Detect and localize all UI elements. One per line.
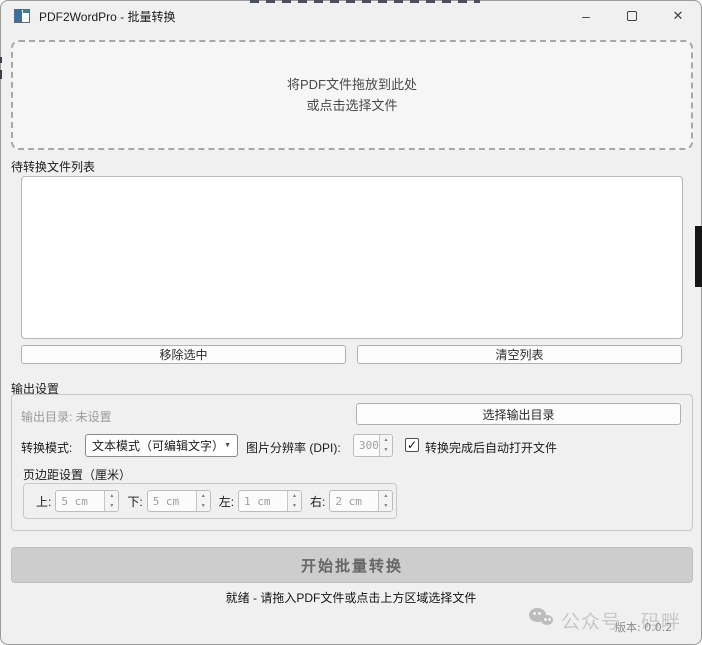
conversion-mode-label: 转换模式: — [21, 439, 72, 456]
title-bar[interactable]: PDF2WordPro - 批量转换 – ✕ — [1, 1, 701, 31]
spin-up-icon: ▲ — [380, 435, 392, 446]
dpi-stepper-arrows[interactable]: ▲ ▼ — [379, 435, 392, 456]
start-batch-convert-button[interactable]: 开始批量转换 — [11, 547, 693, 583]
spin-up-icon: ▲ — [379, 491, 392, 501]
pdf-drop-zone[interactable]: 将PDF文件拖放到此处 或点击选择文件 — [11, 40, 693, 150]
background-window-artifact — [695, 226, 702, 287]
background-window-artifact — [0, 70, 2, 79]
spin-up-icon: ▲ — [105, 491, 118, 501]
drop-zone-text-line2: 或点击选择文件 — [306, 95, 397, 116]
conversion-mode-value: 文本模式（可编辑文字） — [92, 437, 224, 454]
watermark-wechat-label: 公众号 — [561, 607, 621, 634]
margins-group: 上: 5 cm ▲ ▼ 下: 5 cm ▲ ▼ — [23, 483, 397, 519]
dpi-label: 图片分辨率 (DPI): — [246, 439, 341, 456]
margin-right-label: 右: — [310, 493, 325, 510]
spin-down-icon: ▼ — [288, 501, 301, 511]
drop-zone-text-line1: 将PDF文件拖放到此处 — [287, 74, 417, 95]
dpi-stepper[interactable]: 300 ▲ ▼ — [353, 434, 393, 457]
remove-selected-button[interactable]: 移除选中 — [21, 345, 346, 364]
maximize-button[interactable] — [609, 1, 655, 31]
background-window-artifact — [0, 57, 2, 63]
margin-top-value: 5 cm — [56, 491, 104, 511]
margin-right-stepper[interactable]: 2 cm ▲ ▼ — [329, 490, 393, 512]
spin-down-icon: ▼ — [379, 501, 392, 511]
margin-top-label: 上: — [36, 493, 51, 510]
spin-up-icon: ▲ — [288, 491, 301, 501]
auto-open-label: 转换完成后自动打开文件 — [425, 439, 557, 456]
margin-top-field: 上: 5 cm ▲ ▼ — [36, 490, 119, 512]
spin-up-icon: ▲ — [197, 491, 210, 501]
margin-bottom-stepper[interactable]: 5 cm ▲ ▼ — [147, 490, 211, 512]
choose-output-dir-button[interactable]: 选择输出目录 — [356, 403, 681, 425]
close-icon: ✕ — [673, 8, 684, 24]
chevron-down-icon: ▼ — [224, 442, 231, 449]
minimize-icon: – — [582, 8, 590, 24]
margin-right-value: 2 cm — [330, 491, 378, 511]
window-title: PDF2WordPro - 批量转换 — [39, 8, 175, 25]
margin-top-arrows[interactable]: ▲ ▼ — [104, 491, 118, 511]
margin-right-field: 右: 2 cm ▲ ▼ — [310, 490, 393, 512]
margin-right-arrows[interactable]: ▲ ▼ — [378, 491, 392, 511]
wechat-icon — [529, 608, 555, 628]
background-window-artifact — [250, 0, 480, 3]
spin-down-icon: ▼ — [380, 446, 392, 457]
margin-bottom-label: 下: — [127, 493, 142, 510]
margin-left-label: 左: — [219, 493, 234, 510]
margin-left-arrows[interactable]: ▲ ▼ — [287, 491, 301, 511]
close-button[interactable]: ✕ — [655, 1, 701, 31]
window-controls: – ✕ — [563, 1, 701, 31]
file-list-label: 待转换文件列表 — [11, 158, 95, 175]
maximize-icon — [627, 11, 637, 21]
clear-list-button[interactable]: 清空列表 — [357, 345, 682, 364]
desktop-screen: PDF2WordPro - 批量转换 – ✕ 将PDF文件拖放到此处 或点击选择… — [0, 0, 702, 645]
spin-down-icon: ▼ — [105, 501, 118, 511]
status-text: 就绪 - 请拖入PDF文件或点击上方区域选择文件 — [1, 589, 701, 606]
minimize-button[interactable]: – — [563, 1, 609, 31]
pending-file-list[interactable] — [21, 176, 683, 339]
margin-left-field: 左: 1 cm ▲ ▼ — [219, 490, 302, 512]
output-dir-value: 输出目录: 未设置 — [21, 408, 112, 425]
margins-group-label: 页边距设置（厘米） — [23, 466, 131, 483]
auto-open-checkbox[interactable]: ✓ — [405, 438, 419, 452]
margin-left-value: 1 cm — [239, 491, 287, 511]
margin-bottom-arrows[interactable]: ▲ ▼ — [196, 491, 210, 511]
check-icon: ✓ — [407, 439, 417, 451]
version-text: 版本: 0.0.2 — [615, 619, 672, 635]
dpi-value: 300 — [354, 435, 379, 456]
app-icon — [14, 9, 30, 23]
margin-bottom-value: 5 cm — [148, 491, 196, 511]
app-window: PDF2WordPro - 批量转换 – ✕ 将PDF文件拖放到此处 或点击选择… — [0, 0, 702, 645]
margin-top-stepper[interactable]: 5 cm ▲ ▼ — [55, 490, 119, 512]
conversion-mode-select[interactable]: 文本模式（可编辑文字） ▼ — [85, 434, 238, 457]
margin-bottom-field: 下: 5 cm ▲ ▼ — [127, 490, 210, 512]
margin-left-stepper[interactable]: 1 cm ▲ ▼ — [238, 490, 302, 512]
spin-down-icon: ▼ — [197, 501, 210, 511]
